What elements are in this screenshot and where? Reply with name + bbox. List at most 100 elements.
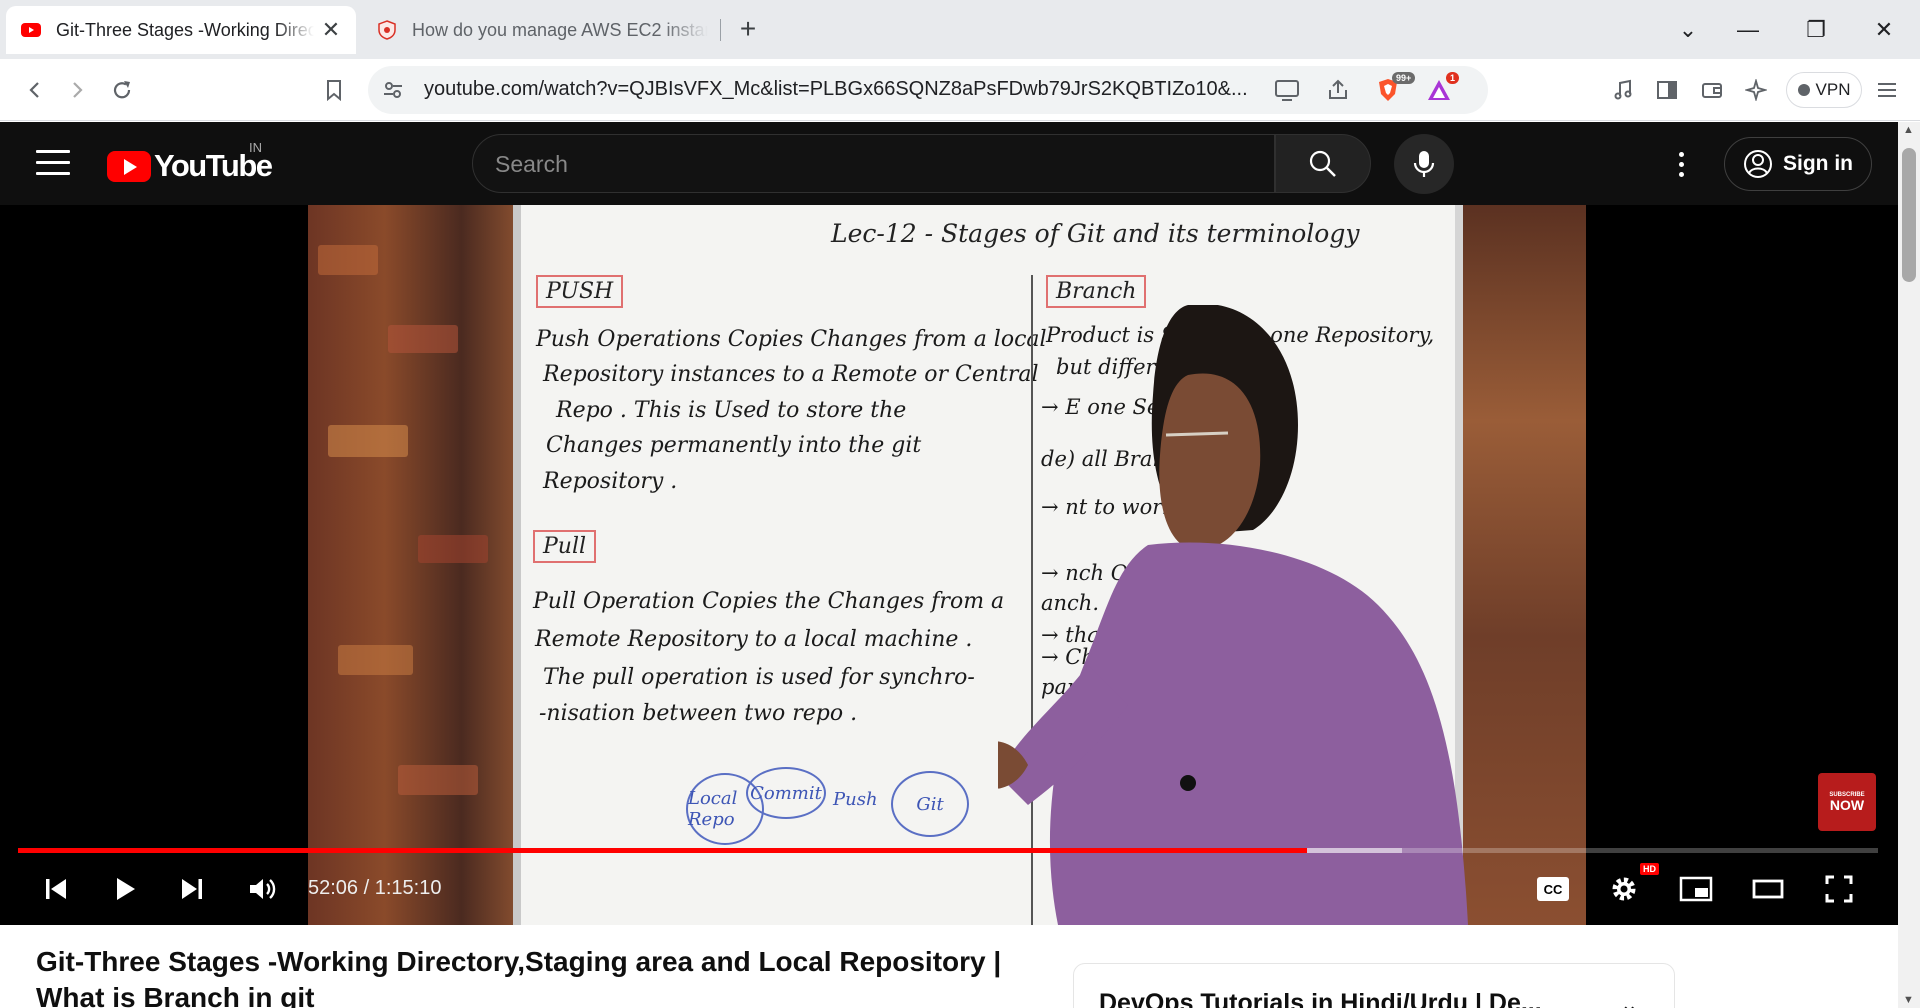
pull-line: Remote Repository to a local machine .	[535, 627, 973, 652]
subtitles-button[interactable]: CC	[1531, 867, 1575, 911]
vpn-label: VPN	[1815, 80, 1851, 99]
push-line: Changes permanently into the git	[546, 433, 922, 458]
microphone-icon	[1413, 151, 1435, 177]
wallet-icon	[1702, 83, 1722, 98]
subscribe-now-text: NOW	[1829, 797, 1865, 813]
back-button[interactable]	[16, 71, 54, 109]
play-icon	[117, 878, 135, 900]
theater-mode-button[interactable]	[1746, 867, 1790, 911]
tab-search-chevron-icon[interactable]: ⌄	[1666, 12, 1710, 48]
sparkle-icon	[1745, 79, 1767, 101]
wallet-button[interactable]	[1693, 71, 1731, 109]
search-button[interactable]	[1275, 134, 1371, 193]
vpn-button[interactable]: VPN	[1786, 72, 1862, 108]
youtube-icon	[21, 23, 41, 37]
youtube-header: YouTube IN Search Sign in	[0, 122, 1898, 205]
previous-button[interactable]	[34, 867, 78, 911]
new-tab-button[interactable]: +	[732, 12, 764, 48]
leo-ai-button[interactable]	[1737, 71, 1775, 109]
skip-previous-icon	[46, 879, 66, 899]
subscribe-now-watermark[interactable]: SUBSCRIBE NOW	[1818, 773, 1876, 831]
page-scrollbar[interactable]: ▲ ▼	[1898, 122, 1920, 1008]
bookmark-button[interactable]	[315, 71, 353, 109]
vpn-status-icon	[1797, 84, 1810, 96]
sidebar-icon	[1657, 81, 1677, 99]
push-line: Push Operations Copies Changes from a lo…	[536, 327, 1047, 352]
youtube-logo[interactable]: YouTube IN	[107, 140, 273, 184]
chevron-down-icon[interactable]: ⌄	[1620, 992, 1638, 1008]
branch-heading: Branch	[1046, 275, 1147, 308]
push-line: Repo . This is Used to store the	[556, 398, 907, 423]
tab-title: How do you manage AWS EC2 instances	[412, 19, 708, 40]
gear-icon	[1612, 877, 1636, 901]
tab-aws-ec2[interactable]: How do you manage AWS EC2 instances	[362, 6, 722, 54]
miniplayer-icon	[1679, 876, 1713, 902]
theater-mode-icon	[1752, 879, 1784, 899]
share-icon[interactable]	[1326, 78, 1350, 102]
music-note-icon	[1614, 79, 1632, 100]
sidebar-button[interactable]	[1648, 71, 1686, 109]
pull-heading: Pull	[533, 530, 597, 563]
settings-more-button[interactable]	[1665, 144, 1697, 184]
time-display: 52:06 / 1:15:10	[308, 877, 442, 899]
menu-icon	[1878, 83, 1896, 97]
pull-line: -nisation between two repo .	[539, 701, 858, 726]
main-menu-button[interactable]	[1868, 71, 1906, 109]
browser-tab-strip: Git-Three Stages -Working Directory,Stag…	[0, 0, 1920, 59]
cast-icon[interactable]	[1274, 78, 1300, 102]
pull-line: The pull operation is used for synchro-	[543, 665, 975, 690]
below-player: Git-Three Stages -Working Directory,Stag…	[0, 925, 1898, 1008]
search-placeholder: Search	[495, 151, 568, 177]
tab-youtube-video[interactable]: Git-Three Stages -Working Directory,Stag…	[6, 6, 356, 54]
minimize-button[interactable]: —	[1726, 12, 1770, 48]
scrollbar-thumb[interactable]	[1902, 148, 1916, 282]
scroll-down-icon[interactable]: ▼	[1903, 994, 1914, 1006]
reload-icon	[113, 81, 131, 99]
tab-separator	[720, 19, 721, 41]
miniplayer-button[interactable]	[1674, 867, 1718, 911]
tab-close-icon[interactable]: ✕	[320, 17, 342, 43]
playlist-panel[interactable]: DevOps Tutorials in Hindi/Urdu | De... ⌄	[1073, 963, 1675, 1008]
search-icon	[1309, 150, 1336, 177]
alert-badge: 1	[1446, 72, 1460, 84]
svg-text:CC: CC	[1544, 882, 1563, 897]
guide-menu-icon[interactable]	[36, 150, 70, 178]
playlist-title[interactable]: DevOps Tutorials in Hindi/Urdu | De...	[1099, 989, 1542, 1008]
youtube-play-logo-icon	[107, 150, 151, 182]
url-text: youtube.com/watch?v=QJBIsVFX_Mc&list=PLB…	[424, 78, 1248, 100]
site-settings-icon[interactable]	[382, 79, 404, 101]
address-bar[interactable]: youtube.com/watch?v=QJBIsVFX_Mc&list=PLB…	[368, 66, 1488, 114]
volume-icon	[250, 879, 276, 899]
bookmark-icon	[327, 80, 341, 101]
video-title: Git-Three Stages -Working Directory,Stag…	[36, 946, 1002, 1008]
browser-toolbar: youtube.com/watch?v=QJBIsVFX_Mc&list=PLB…	[0, 59, 1920, 121]
video-frame: Lec-12 - Stages of Git and its terminolo…	[308, 205, 1586, 925]
country-code: IN	[249, 140, 262, 155]
reload-button[interactable]	[103, 71, 141, 109]
push-line: Repository instances to a Remote or Cent…	[543, 362, 1039, 387]
account-icon	[1744, 150, 1772, 178]
diagram-label: Push	[833, 789, 878, 810]
presenter-image	[998, 305, 1468, 925]
close-window-button[interactable]: ✕	[1862, 12, 1906, 48]
voice-search-button[interactable]	[1394, 134, 1454, 194]
play-button[interactable]	[103, 867, 147, 911]
sign-in-button[interactable]: Sign in	[1724, 137, 1872, 191]
media-button[interactable]	[1604, 71, 1642, 109]
diagram-bubble: Commit	[746, 767, 826, 819]
push-line: Repository .	[543, 469, 678, 494]
volume-button[interactable]	[240, 867, 284, 911]
fullscreen-icon	[1825, 875, 1853, 903]
restore-button[interactable]: ❐	[1794, 12, 1838, 48]
video-player[interactable]: Lec-12 - Stages of Git and its terminolo…	[0, 205, 1898, 925]
scroll-up-icon[interactable]: ▲	[1903, 124, 1914, 136]
forward-button[interactable]	[58, 71, 96, 109]
arrow-right-icon	[73, 82, 83, 98]
search-input[interactable]: Search	[472, 134, 1275, 193]
next-button[interactable]	[170, 867, 214, 911]
hd-badge: HD	[1640, 863, 1659, 875]
skip-next-icon	[182, 879, 202, 899]
shield-icon	[378, 20, 396, 40]
fullscreen-button[interactable]	[1817, 867, 1861, 911]
brave-badge: 99+	[1392, 72, 1416, 84]
